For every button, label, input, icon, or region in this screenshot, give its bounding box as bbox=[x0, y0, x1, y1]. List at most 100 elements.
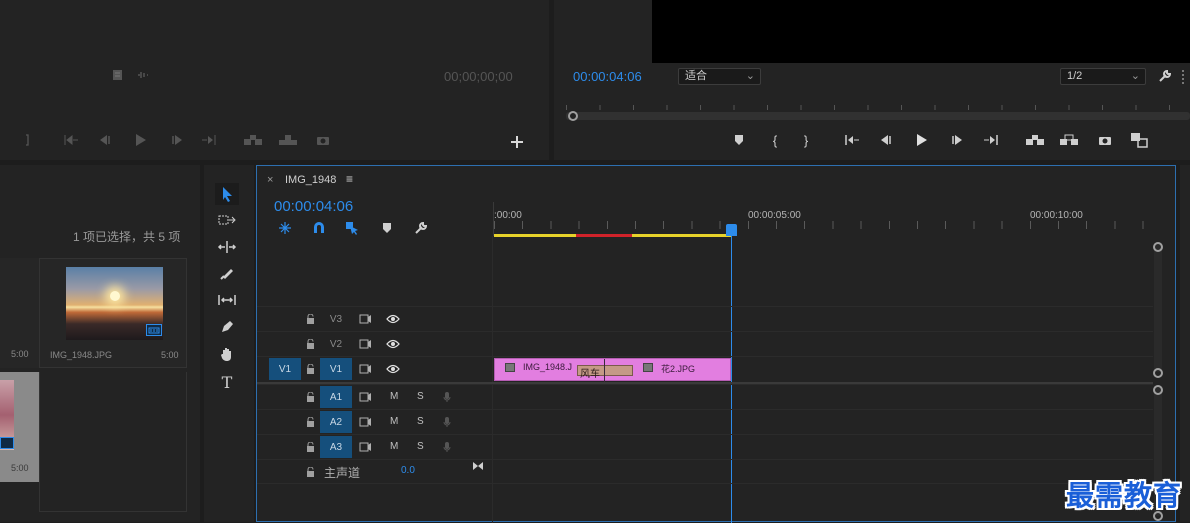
track-name-a2[interactable]: A2 bbox=[320, 411, 352, 433]
transition[interactable]: 风车 bbox=[577, 359, 633, 382]
solo-button[interactable]: S bbox=[417, 391, 424, 402]
timeline-timecode[interactable]: 00:00:04:06 bbox=[274, 198, 353, 215]
video-clip[interactable]: IMG_1948.J 风车 花2.JPG bbox=[494, 358, 731, 382]
insert-icon[interactable] bbox=[110, 68, 124, 82]
lift-icon[interactable] bbox=[1025, 133, 1045, 147]
razor-tool-icon[interactable] bbox=[215, 263, 239, 283]
toggle-sync-icon[interactable] bbox=[358, 337, 372, 351]
step-back-icon[interactable] bbox=[879, 133, 893, 147]
lock-icon[interactable] bbox=[304, 390, 316, 404]
track-master[interactable]: 主声道 0.0 bbox=[257, 459, 1153, 484]
toggle-sync-icon[interactable] bbox=[358, 415, 372, 429]
toggle-sync-icon[interactable] bbox=[358, 440, 372, 454]
project-item[interactable]: IMG_1948.JPG 5:00 bbox=[39, 258, 187, 368]
resolution-select[interactable]: 1/2 ⌄ bbox=[1060, 68, 1146, 85]
track-a1[interactable]: A1 M S bbox=[257, 384, 1153, 409]
go-to-in-icon[interactable] bbox=[63, 133, 79, 147]
track-v1[interactable]: V1 V1 IMG_1948.J 风车 花2.JPG bbox=[257, 356, 1153, 382]
toggle-sync-icon[interactable] bbox=[358, 390, 372, 404]
track-name-v3[interactable]: V3 bbox=[320, 308, 352, 330]
play-icon[interactable] bbox=[914, 132, 930, 148]
master-volume-value[interactable]: 0.0 bbox=[401, 465, 415, 476]
track-a3[interactable]: A3 M S bbox=[257, 434, 1153, 459]
extract-icon[interactable] bbox=[1059, 133, 1079, 147]
pen-tool-icon[interactable] bbox=[215, 317, 239, 337]
scroll-handle-top[interactable] bbox=[1153, 242, 1163, 252]
overwrite-clip-icon[interactable] bbox=[278, 133, 298, 147]
compare-view-icon[interactable] bbox=[1129, 131, 1149, 149]
time-ruler[interactable]: :00:00 00:00:05:00 00:00:10:00 bbox=[493, 202, 1154, 237]
track-v3[interactable]: V3 bbox=[257, 306, 1153, 331]
microphone-icon[interactable] bbox=[441, 390, 453, 404]
track-v2[interactable]: V2 bbox=[257, 331, 1153, 356]
audio-waveform-icon[interactable] bbox=[136, 68, 150, 82]
type-tool-icon[interactable]: T bbox=[215, 371, 239, 393]
sequence-tab-title[interactable]: IMG_1948 bbox=[285, 174, 336, 186]
wrench-icon[interactable] bbox=[1157, 68, 1173, 84]
step-back-icon[interactable] bbox=[98, 133, 112, 147]
insert-clip-icon[interactable] bbox=[243, 133, 263, 147]
add-button-icon[interactable] bbox=[508, 133, 526, 151]
track-name-a3[interactable]: A3 bbox=[320, 436, 352, 458]
export-frame-icon[interactable] bbox=[1097, 133, 1113, 147]
mute-button[interactable]: M bbox=[390, 416, 398, 427]
snap-magnet-icon[interactable] bbox=[311, 220, 327, 236]
track-name-a1[interactable]: A1 bbox=[320, 386, 352, 408]
microphone-icon[interactable] bbox=[441, 440, 453, 454]
lock-icon[interactable] bbox=[304, 337, 316, 351]
mute-button[interactable]: M bbox=[390, 441, 398, 452]
add-marker-icon[interactable] bbox=[380, 221, 394, 235]
eye-icon[interactable] bbox=[385, 312, 401, 326]
step-forward-icon[interactable] bbox=[170, 133, 184, 147]
mute-button[interactable]: M bbox=[390, 391, 398, 402]
go-to-in-icon[interactable] bbox=[844, 133, 860, 147]
tab-menu-icon[interactable]: ≡ bbox=[346, 172, 353, 186]
timeline-scrollbar-track[interactable] bbox=[1154, 242, 1162, 372]
mark-out-icon[interactable] bbox=[20, 133, 34, 147]
go-to-next-edit-icon[interactable] bbox=[471, 460, 485, 472]
linked-selection-icon[interactable] bbox=[344, 220, 360, 236]
nest-icon[interactable] bbox=[277, 220, 293, 236]
program-timecode[interactable]: 00:00:04:06 bbox=[573, 69, 642, 84]
go-to-out-icon[interactable] bbox=[201, 133, 217, 147]
step-forward-icon[interactable] bbox=[950, 133, 964, 147]
eye-icon[interactable] bbox=[385, 362, 401, 376]
play-icon[interactable] bbox=[133, 132, 149, 148]
lock-icon[interactable] bbox=[304, 465, 316, 479]
solo-button[interactable]: S bbox=[417, 416, 424, 427]
project-item[interactable]: 5:00 bbox=[0, 258, 39, 368]
scroll-handle-top[interactable] bbox=[1153, 385, 1163, 395]
scroll-handle-bottom[interactable] bbox=[1153, 368, 1163, 378]
track-name-v1[interactable]: V1 bbox=[320, 358, 352, 380]
close-tab-icon[interactable]: × bbox=[267, 174, 273, 186]
toggle-sync-icon[interactable] bbox=[358, 312, 372, 326]
microphone-icon[interactable] bbox=[441, 415, 453, 429]
lock-icon[interactable] bbox=[304, 415, 316, 429]
mark-in-icon[interactable]: { bbox=[768, 133, 782, 148]
playhead-handle[interactable] bbox=[726, 224, 737, 236]
lock-icon[interactable] bbox=[304, 440, 316, 454]
add-marker-icon[interactable] bbox=[732, 133, 746, 147]
export-frame-icon[interactable] bbox=[315, 133, 331, 147]
program-scroll-track[interactable] bbox=[566, 112, 1190, 120]
lock-icon[interactable] bbox=[304, 362, 316, 376]
track-select-tool-icon[interactable] bbox=[215, 210, 239, 230]
slip-tool-icon[interactable] bbox=[215, 290, 239, 310]
program-mini-ruler[interactable] bbox=[566, 98, 1190, 110]
track-name-v2[interactable]: V2 bbox=[320, 333, 352, 355]
track-a2[interactable]: A2 M S bbox=[257, 409, 1153, 434]
toggle-sync-icon[interactable] bbox=[358, 362, 372, 376]
timeline-settings-wrench-icon[interactable] bbox=[413, 220, 429, 236]
solo-button[interactable]: S bbox=[417, 441, 424, 452]
selection-tool-icon[interactable] bbox=[215, 183, 239, 205]
mark-out-icon[interactable]: } bbox=[799, 133, 813, 148]
lock-icon[interactable] bbox=[304, 312, 316, 326]
fit-select[interactable]: 适合 ⌄ bbox=[678, 68, 761, 85]
eye-icon[interactable] bbox=[385, 337, 401, 351]
ripple-edit-tool-icon[interactable] bbox=[215, 237, 239, 257]
hand-tool-icon[interactable] bbox=[215, 344, 239, 364]
source-patch-v1[interactable]: V1 bbox=[269, 358, 301, 380]
source-timecode[interactable]: 00;00;00;00 bbox=[444, 69, 513, 84]
go-to-out-icon[interactable] bbox=[983, 133, 999, 147]
program-playhead-handle[interactable] bbox=[568, 111, 578, 121]
